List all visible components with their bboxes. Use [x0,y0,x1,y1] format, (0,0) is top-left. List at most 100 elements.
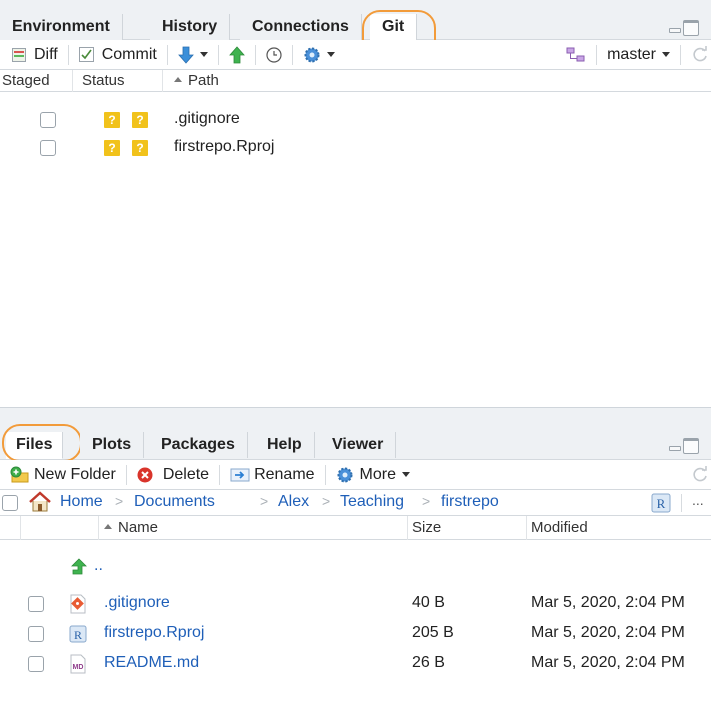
toolbar-divider [217,44,219,65]
staged-checkbox[interactable] [40,112,56,128]
toolbar-divider [680,44,681,65]
file-select-checkbox[interactable] [28,626,44,642]
minimize-icon[interactable] [669,28,681,33]
refresh-icon [693,465,707,481]
breadcrumb-firstrepo[interactable]: firstrepo [441,493,499,511]
column-path-label: Path [188,72,219,89]
sort-ascending-icon [104,523,112,529]
chevron-down-icon [662,52,670,57]
tab-packages[interactable]: Packages [149,432,248,458]
new-folder-button[interactable]: New Folder [6,463,120,487]
breadcrumb-more-button[interactable]: ... [692,492,704,508]
minimize-icon[interactable] [669,446,681,451]
tab-plots[interactable]: Plots [80,432,145,458]
tab-environment[interactable]: Environment [0,14,123,40]
tab-history[interactable]: History [150,14,231,40]
delete-button[interactable]: Delete [133,463,213,487]
svg-text:R: R [657,496,666,511]
column-size[interactable]: Size [412,519,441,536]
branch-diagram-button[interactable] [562,43,590,67]
status-unstaged-badge: ? [104,112,120,128]
git-pane-window-controls [669,20,699,36]
status-untracked-badge: ? [132,112,148,128]
file-select-checkbox[interactable] [28,656,44,672]
column-name-label: Name [118,519,159,536]
column-modified[interactable]: Modified [531,519,588,536]
file-row[interactable]: .gitignore 40 B Mar 5, 2020, 2:04 PM [0,590,711,618]
breadcrumb-teaching[interactable]: Teaching [340,493,404,511]
toolbar-divider [219,464,221,485]
files-pane: Files Plots Packages Help Viewer New Fol… [0,408,711,709]
tab-viewer[interactable]: Viewer [320,432,397,458]
git-column-header: Staged Status Path [0,70,711,92]
toolbar-divider [681,494,682,512]
breadcrumb-home[interactable]: Home [60,493,103,511]
breadcrumb-separator: > [422,493,431,509]
more-label: More [359,465,396,483]
column-status[interactable]: Status [82,72,125,89]
diff-icon [12,47,26,62]
file-name-link[interactable]: firstrepo.Rproj [104,624,204,642]
pull-button[interactable] [174,43,212,67]
chevron-down-icon[interactable] [199,52,208,57]
tab-git[interactable]: Git [370,14,418,41]
refresh-button[interactable] [687,463,711,487]
chevron-down-icon [402,472,410,477]
sort-ascending-icon [174,76,182,82]
git-row[interactable]: ? ? .gitignore [0,108,711,132]
toolbar-divider [596,44,598,65]
column-path[interactable]: Path [174,72,219,89]
delete-icon [137,467,153,482]
toolbar-divider [67,44,69,65]
parent-directory-row[interactable]: .. [0,553,711,581]
breadcrumb-alex[interactable]: Alex [278,493,309,511]
column-staged[interactable]: Staged [2,72,50,89]
more-git-button[interactable] [299,43,339,67]
branch-selector[interactable]: master [603,43,674,67]
staged-checkbox[interactable] [40,140,56,156]
commit-button[interactable]: Commit [75,43,161,67]
gear-icon [304,47,320,62]
file-size: 40 B [412,594,445,611]
breadcrumb-separator: > [115,493,124,509]
diff-button[interactable]: Diff [8,43,62,67]
refresh-button[interactable] [687,43,711,67]
column-divider [72,70,73,92]
file-modified: Mar 5, 2020, 2:04 PM [531,594,685,611]
maximize-icon[interactable] [683,438,699,454]
refresh-icon [693,45,707,61]
file-row[interactable]: MD README.md 26 B Mar 5, 2020, 2:04 PM [0,650,711,678]
push-button[interactable] [225,43,249,67]
breadcrumb-documents[interactable]: Documents [134,493,215,511]
file-row[interactable]: R firstrepo.Rproj 205 B Mar 5, 2020, 2:0… [0,620,711,648]
history-button[interactable] [262,43,286,67]
rproject-icon[interactable]: R [651,493,671,513]
delete-label: Delete [162,465,210,483]
gear-icon [337,467,353,482]
breadcrumb-separator: > [322,493,331,509]
rename-button[interactable]: Rename [226,463,318,487]
column-divider [98,516,99,540]
tab-help[interactable]: Help [255,432,315,458]
file-name-link[interactable]: .gitignore [104,594,170,612]
file-name-link[interactable]: README.md [104,654,199,672]
select-all-checkbox[interactable] [2,495,18,511]
breadcrumb: Home > Documents > Alex > Teaching > fir… [0,490,711,516]
maximize-icon[interactable] [683,20,699,36]
git-row[interactable]: ? ? firstrepo.Rproj [0,136,711,160]
file-select-checkbox[interactable] [28,596,44,612]
tab-files[interactable]: Files [6,432,64,459]
home-icon[interactable] [28,491,52,513]
tab-connections[interactable]: Connections [240,14,362,40]
column-divider [20,516,21,540]
more-button[interactable]: More [332,463,414,487]
clock-icon [266,46,282,63]
breadcrumb-separator: > [260,493,269,509]
column-name[interactable]: Name [104,519,158,536]
parent-directory-link[interactable]: .. [94,557,103,575]
push-arrow-up-icon [228,45,245,63]
parent-directory-arrow-icon [71,558,87,575]
commit-check-icon [78,47,94,62]
chevron-down-icon[interactable] [326,52,335,57]
rproj-file-icon: R [69,625,87,643]
